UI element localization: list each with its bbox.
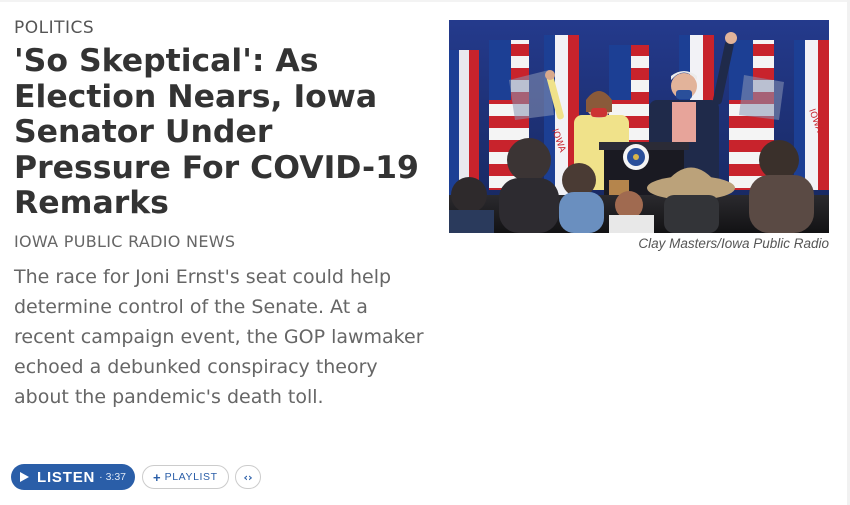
playlist-label: PLAYLIST xyxy=(164,471,218,483)
code-brackets-icon: ‹› xyxy=(243,470,253,484)
photo-credit: Clay Masters/Iowa Public Radio xyxy=(638,236,829,251)
top-divider xyxy=(0,0,850,2)
play-icon xyxy=(20,472,29,482)
story-teaser[interactable]: The race for Joni Ernst's seat could hel… xyxy=(14,262,434,412)
story-headline[interactable]: 'So Skeptical': As Election Nears, Iowa … xyxy=(14,43,424,222)
story-card: Politics 'So Skeptical': As Election Nea… xyxy=(0,0,850,505)
audio-duration: 3:37 xyxy=(99,471,126,483)
story-slug[interactable]: Politics xyxy=(14,18,94,38)
story-photo[interactable]: IOWA IOWA xyxy=(449,20,829,233)
listen-button[interactable]: LISTEN 3:37 xyxy=(11,464,135,490)
plus-icon: + xyxy=(153,469,161,485)
listen-label: LISTEN xyxy=(37,468,96,486)
add-to-playlist-button[interactable]: + PLAYLIST xyxy=(142,465,229,489)
story-source: IOWA PUBLIC RADIO NEWS xyxy=(14,232,236,251)
embed-button[interactable]: ‹› xyxy=(235,465,261,489)
